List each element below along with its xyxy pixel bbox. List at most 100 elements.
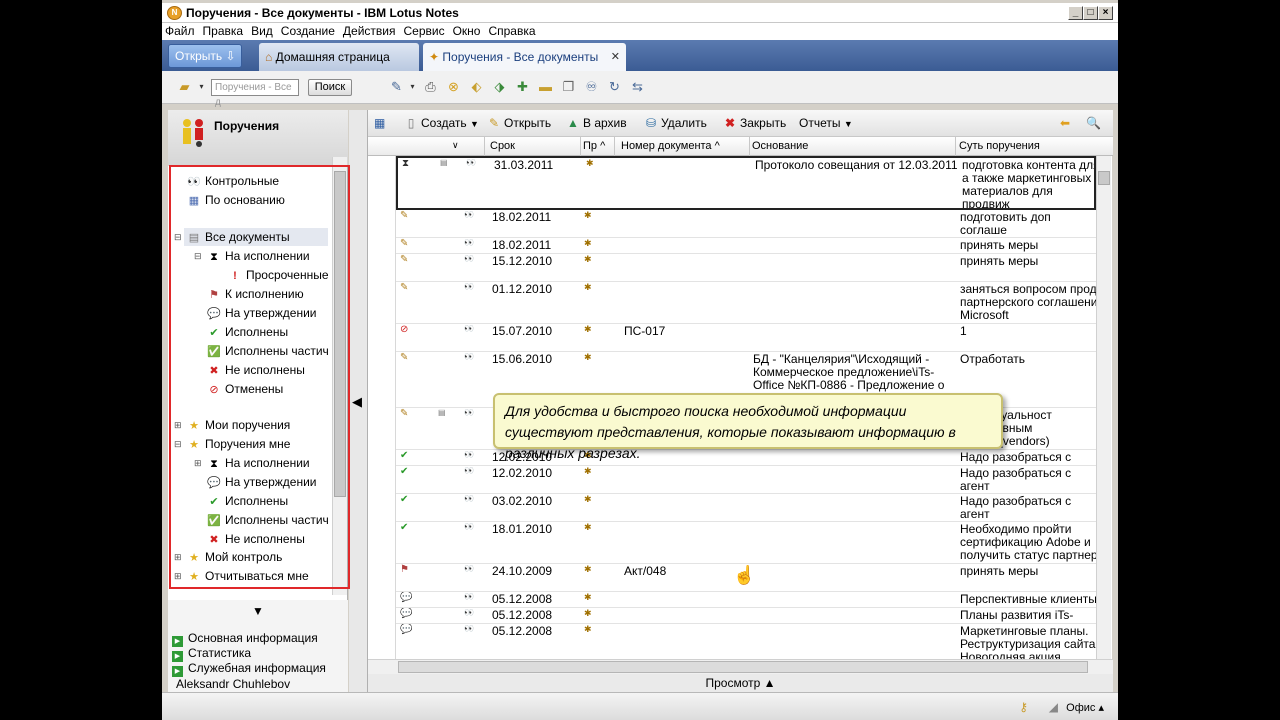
nav-item-not-completed[interactable]: ✖ Не исполнены [206,361,304,379]
expand-toggle-icon[interactable]: ⊞ [174,416,182,434]
move-icon[interactable]: ⬗ [491,79,508,95]
nav-item-me-partial[interactable]: ✅ Исполнены частич [206,511,329,529]
sort-toggle-icon[interactable]: ∨ [452,140,459,151]
menu-help[interactable]: Справка [485,23,540,38]
view-vertical-scrollbar[interactable] [1096,156,1111,659]
view-horizontal-scrollbar[interactable] [368,659,1113,674]
nav-item-cancelled[interactable]: ⊘ Отменены [206,380,283,398]
nav-item-me-completed[interactable]: ✔ Исполнены [206,492,288,510]
nav-item-all-documents[interactable]: ▤ Все документы [186,228,290,246]
nav-item-assigned-to-me[interactable]: ★ Поручения мне [186,435,290,453]
nav-item-me-in-progress[interactable]: ⧗ На исполнении [206,454,310,472]
print-icon[interactable]: ⎙ [422,79,439,95]
pencil-tool-icon[interactable]: ▬ [537,79,554,95]
table-row[interactable]: ⊘ 👀 ✱ 15.07.2010 ПС-017 1 [396,324,1096,352]
nav-item-partially-completed[interactable]: ✅ Исполнены частич [206,342,329,360]
menu-edit[interactable]: Правка [200,23,249,38]
collapse-toggle-icon[interactable]: ⊟ [174,228,182,246]
menu-view[interactable]: Вид [248,23,278,38]
col-priority[interactable]: Пр ^ [583,140,605,152]
tab-current[interactable]: ✦ Поручения - Все документы ✕ [423,43,626,71]
nav-item-overdue[interactable]: ! Просроченные [227,266,328,284]
nav-item-me-not-completed[interactable]: ✖ Не исполнены [206,530,304,548]
menu-create[interactable]: Создание [278,23,340,38]
close-window-button[interactable]: × [1098,6,1113,20]
table-row[interactable]: 💬 👀 ✱ 05.12.2008 Перспективные клиенты [396,592,1096,608]
view-scroll-thumb[interactable] [1098,171,1110,185]
close-button[interactable]: ✖ Закрыть [722,116,786,131]
tab-home[interactable]: ⌂ Домашняя страница [259,43,419,71]
table-row[interactable]: ✔👀✱12.02.2010Надо разобраться с агент [396,450,1096,466]
nav-scroll-thumb[interactable] [334,171,346,497]
create-button[interactable]: ▯ Создать ▼ [403,116,479,132]
col-docnum[interactable]: Номер документа ^ [621,140,720,152]
table-row[interactable]: ✎ 👀 ✱ 18.02.2011 принять меры [396,238,1096,254]
table-row[interactable]: ✔ 👀 ✱ 18.01.2010 Необходимо пройти сертифика… [396,522,1096,564]
binoculars-icon[interactable]: ♾ [583,79,600,95]
search-input[interactable]: Поручения - Все д [211,79,299,108]
hscroll-thumb[interactable] [398,661,1088,673]
maximize-button[interactable]: □ [1083,6,1098,20]
table-row[interactable]: ✔👀✱03.02.2010Надо разобраться с агент Ин… [396,494,1096,522]
sync-icon[interactable]: ⇆ [629,79,646,95]
menu-file[interactable]: Файл [162,23,200,38]
location-status[interactable]: Офис ▴ [1066,701,1104,714]
open-folder-icon[interactable]: ▰ [176,79,193,95]
preview-toggle[interactable]: Просмотр ▲ [368,674,1113,692]
nav-item-to-execute[interactable]: ⚑ К исполнению [206,285,304,303]
new-dropdown-icon[interactable]: ▾ [404,79,421,95]
stop-icon[interactable]: ⊗ [445,79,462,95]
search-button[interactable]: Поиск [308,79,352,96]
expand-down-icon[interactable]: ▼ [252,604,264,618]
nav-item-in-progress[interactable]: ⧗ На исполнении [206,247,310,265]
footer-link-service-info[interactable]: ▶ Служебная информация [172,661,326,677]
reports-button[interactable]: Отчеты ▼ [799,116,853,132]
footer-link-statistics[interactable]: ▶ Статистика [172,646,251,662]
row-selection-gutter[interactable] [368,156,396,659]
table-row[interactable]: ✎ 👀 ✱ 01.12.2010 заняться вопросом прод парт… [396,282,1096,324]
new-memo-icon[interactable]: ✎ [388,79,405,95]
nav-item-report-to-me[interactable]: ★ Отчитываться мне [186,567,309,585]
nav-item-for-approval[interactable]: 💬 На утверждении [206,304,316,322]
expand-toggle-icon[interactable]: ⊞ [174,567,182,585]
nav-item-me-for-approval[interactable]: 💬 На утверждении [206,473,316,491]
copy-icon[interactable]: ❐ [560,79,577,95]
refresh-icon[interactable]: ↻ [606,79,623,95]
tag-icon[interactable]: ⬖ [468,79,485,95]
archive-button[interactable]: ▲ В архив [565,116,627,131]
close-tab-icon[interactable]: ✕ [611,43,620,71]
nav-item-completed[interactable]: ✔ Исполнены [206,323,288,341]
nav-scrollbar[interactable] [332,157,347,595]
search-view-icon[interactable]: 🔍 [1086,116,1101,131]
nav-item-my-assignments[interactable]: ★ Мои поручения [186,416,290,434]
footer-link-main-info[interactable]: ▶ Основная информация [172,631,318,647]
col-basis[interactable]: Основание [752,140,808,152]
nav-item-by-basis[interactable]: ▦ По основанию [186,191,285,209]
col-deadline[interactable]: Срок [490,140,515,152]
arrow-left-icon[interactable]: ⬅ [1060,116,1070,131]
expand-toggle-icon[interactable]: ⊞ [194,454,202,472]
table-row[interactable]: ⧗ 👀 ✱ ▤ 31.03.2011 Протоколо совещания от 12.… [396,156,1096,210]
table-row[interactable]: 💬👀✱05.12.2008Планы развития iTs-Office [396,608,1096,624]
nav-item-control[interactable]: 👀 Контрольные [186,172,279,190]
nav-item-my-control[interactable]: ★ Мой контроль [186,548,282,566]
table-row[interactable]: ✎ 👀 ✱ 15.12.2010 принять меры [396,254,1096,282]
delete-button[interactable]: ⛁ Удалить [643,116,707,131]
open-button[interactable]: Открыть ⇩ [168,44,242,68]
menu-tools[interactable]: Сервис [400,23,449,38]
signal-icon[interactable]: ◢ [1049,700,1058,714]
minimize-button[interactable]: _ [1068,6,1083,20]
menu-window[interactable]: Окно [450,23,486,38]
col-essence[interactable]: Суть поручения [959,140,1040,152]
collapse-left-icon[interactable]: ◀ [352,394,362,410]
pane-splitter[interactable]: ◀ [349,110,367,692]
expand-toggle-icon[interactable]: ⊞ [174,548,182,566]
collapse-toggle-icon[interactable]: ⊟ [174,435,182,453]
key-icon[interactable]: ⚷ [1019,700,1028,714]
view-grid-icon[interactable]: ▦ [374,116,385,131]
menu-actions[interactable]: Действия [340,23,401,38]
collapse-toggle-icon[interactable]: ⊟ [194,247,202,265]
table-row[interactable]: ✔👀✱12.02.2010Надо разобраться с агент де… [396,466,1096,494]
open-doc-button[interactable]: ✎ Открыть [486,116,551,131]
table-row[interactable]: 💬 👀 ✱ 05.12.2008 Маркетинговые планы. Рестру… [396,624,1096,659]
